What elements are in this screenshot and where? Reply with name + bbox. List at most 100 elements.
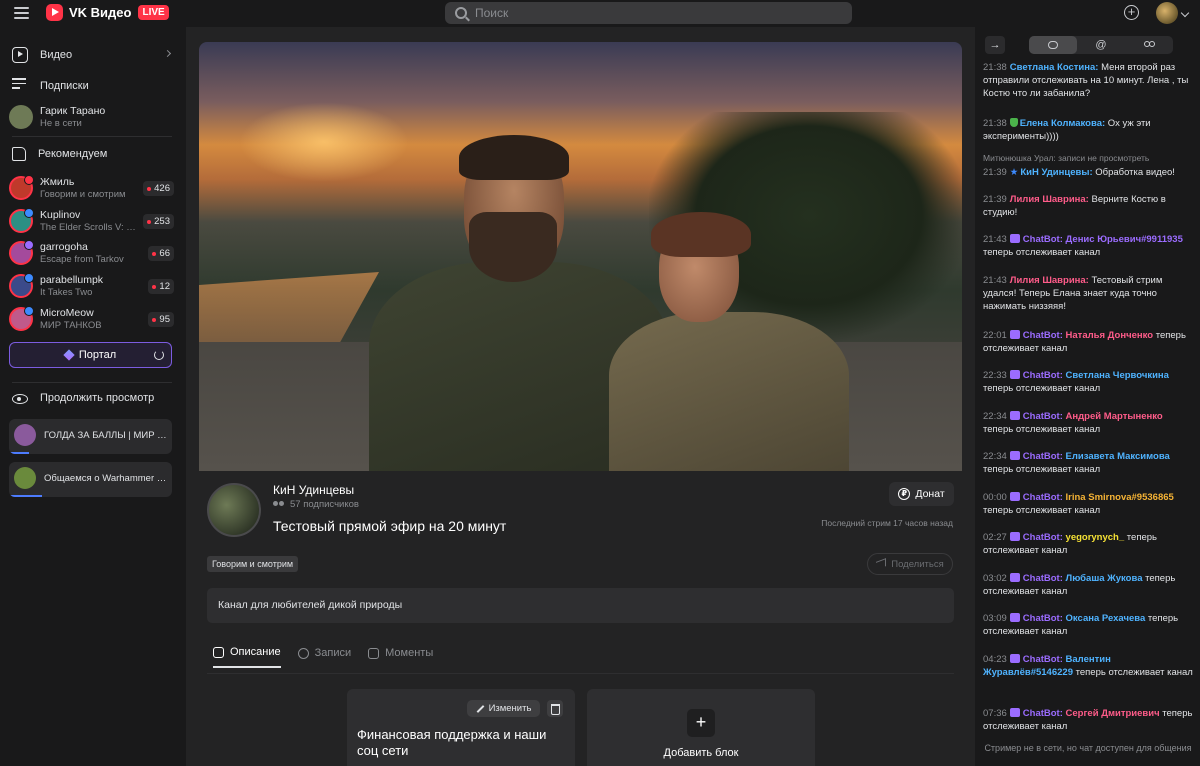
tab-moments[interactable]: Моменты [368,646,433,668]
share-icon [876,558,887,570]
add-block-card[interactable]: + Добавить блок [587,689,815,766]
delete-button[interactable] [547,700,563,717]
chat-message[interactable]: 22:34 ChatBot: Андрей Мартыненко теперь о… [983,410,1193,436]
chat-message[interactable]: 21:39 ★ КиН Удинцевы: Обработка видео! [983,166,1193,179]
message-author[interactable]: ChatBot: [1023,532,1063,543]
message-author[interactable]: Лилия Шаврина: [1010,275,1089,286]
avatar [14,467,36,489]
message-author[interactable]: ChatBot: [1023,411,1063,422]
sidebar-channel-3[interactable]: parabellumpk It Takes Two 12 [9,272,174,302]
message-author[interactable]: ChatBot: [1023,234,1063,245]
tab-description[interactable]: Описание [213,646,281,668]
message-author[interactable]: ChatBot: [1023,492,1063,503]
chat-message[interactable]: 21:43 Лилия Шаврина: Тестовый стрим удалс… [983,274,1193,313]
chevron-down-icon[interactable] [1180,8,1190,18]
document-icon [213,646,224,658]
main-content: КиН Удинцевы 57 подписчиков Тестовый пря… [186,27,975,766]
bot-icon [1009,654,1020,663]
search-bar[interactable] [445,2,852,24]
mentioned-user[interactable]: Андрей Мартыненко [1066,411,1163,422]
chat-message[interactable]: 21:43 ChatBot: Денис Юрьевич#9911935 тепе… [983,233,1193,259]
eye-icon [12,394,28,404]
chat-message[interactable]: 04:23 ChatBot: Валентин Журавлёв#5146229 … [983,653,1193,679]
chat-message[interactable]: 21:38 Елена Колмакова: Ох уж эти эксперим… [983,117,1193,143]
share-button[interactable]: Поделиться [867,553,953,575]
message-author[interactable]: ChatBot: [1023,330,1063,341]
verified-badge-icon [24,240,34,250]
viewer-count: 95 [148,312,174,327]
category-tag[interactable]: Говорим и смотрим [207,556,299,572]
stream-title: Тестовый прямой эфир на 20 минут [273,518,507,534]
continue-watching-item[interactable]: ГОЛДА ЗА БАЛЛЫ | МИР Т... [9,419,172,454]
mentioned-user[interactable]: Денис Юрьевич#9911935 [1066,234,1183,245]
menu-icon[interactable] [14,7,29,19]
sidebar-item-continue[interactable]: Продолжить просмотр [12,391,174,404]
channel-name[interactable]: КиН Удинцевы [273,483,354,497]
message-author[interactable]: ChatBot: [1023,370,1063,381]
sidebar-item-subscriptions[interactable]: Подписки [12,78,174,94]
message-author[interactable]: Лилия Шаврина: [1010,194,1089,205]
message-author[interactable]: ChatBot: [1023,654,1063,665]
message-text: теперь отслеживает канал [983,247,1101,258]
tab-chat[interactable] [1029,36,1077,54]
add-icon[interactable]: + [1124,5,1139,20]
chat-message[interactable]: 03:02 ChatBot: Любаша Жукова теперь отсле… [983,572,1193,598]
mentioned-user[interactable]: Сергей Дмитриевич [1066,708,1160,719]
portal-icon [63,349,75,361]
live-badge: LIVE [138,5,169,20]
brand-logo[interactable]: VK Видео LIVE [46,4,169,21]
message-author[interactable]: КиН Удинцевы: [1020,167,1092,178]
chat-message[interactable]: 22:34 ChatBot: Елизавета Максимова теперь… [983,450,1193,476]
mentioned-user[interactable]: Наталья Донченко [1066,330,1154,341]
continue-watching-item[interactable]: Общаемся о Warhammer 4... [9,462,172,497]
chat-message[interactable]: 22:01 ChatBot: Наталья Донченко теперь от… [983,329,1193,355]
message-author[interactable]: ChatBot: [1023,613,1063,624]
sidebar-channel-0[interactable]: Жмиль Говорим и смотрим 426 [9,174,174,204]
sidebar-channel-4[interactable]: MicroMeow МИР ТАНКОВ 95 [9,305,174,335]
tab-recordings[interactable]: Записи [297,646,351,668]
shield-icon [1009,118,1018,127]
chat-message[interactable]: 22:33 ChatBot: Светлана Червочкина теперь… [983,369,1193,395]
message-time: 03:09 [983,613,1007,624]
message-time: 07:36 [983,708,1007,719]
collapse-chat-icon[interactable]: → [985,36,1005,54]
chat-message[interactable]: 00:00 ChatBot: Irina Smirnova#9536865 теп… [983,491,1193,517]
message-author[interactable]: ChatBot: [1023,708,1063,719]
reply-reference[interactable]: Митюнюшка Урал: записи не просмотреть [983,153,1193,163]
message-author[interactable]: Елена Колмакова: [1020,118,1105,129]
sidebar-item-label: Рекомендуем [38,148,108,160]
chat-message[interactable]: 02:27 ChatBot: yegorynych_ теперь отслежи… [983,531,1193,557]
tab-mentions[interactable]: @ [1077,36,1125,54]
sidebar-item-video[interactable]: Видео [12,47,174,63]
chat-message[interactable]: 21:38 Светлана Костина: Меня второй раз о… [983,61,1193,100]
edit-button[interactable]: Изменить [467,700,540,717]
sidebar-channel-1[interactable]: Kuplinov The Elder Scrolls V: Sk... 253 [9,207,174,237]
channel-category: Говорим и смотрим [40,189,126,200]
mentioned-user[interactable]: Елизавета Максимова [1066,451,1170,462]
chat-message[interactable]: 07:36 ChatBot: Сергей Дмитриевич теперь о… [983,707,1193,733]
message-author[interactable]: Светлана Костина: [1010,62,1099,73]
channel-avatar[interactable] [207,483,261,537]
mentioned-user[interactable]: yegorynych_ [1066,532,1125,543]
portal-button[interactable]: Портал [9,342,172,368]
channel-name: garrogoha [40,241,88,253]
tab-viewers[interactable] [1125,36,1173,54]
stream-preview-image[interactable] [199,42,962,471]
user-avatar[interactable] [1156,2,1178,24]
mentioned-user[interactable]: Светлана Червочкина [1066,370,1169,381]
bot-icon [1009,330,1020,339]
mentioned-user[interactable]: Любаша Жукова [1066,573,1143,584]
chat-message[interactable]: 03:09 ChatBot: Оксана Рехачева теперь отс… [983,612,1193,638]
divider [12,382,172,383]
mentioned-user[interactable]: Irina Smirnova#9536865 [1066,492,1174,503]
donate-button[interactable]: ₽ Донат [889,482,954,506]
message-author[interactable]: ChatBot: [1023,573,1063,584]
chat-message[interactable]: 21:39 Лилия Шаврина: Верните Костю в студ… [983,193,1193,219]
profile-row[interactable]: Гарик Тарано Не в сети [9,103,174,133]
sidebar-channel-2[interactable]: garrogoha Escape from Tarkov 66 [9,239,174,269]
sidebar-item-recommended[interactable]: Рекомендуем [12,147,174,161]
search-input[interactable] [475,6,835,20]
message-author[interactable]: ChatBot: [1023,451,1063,462]
mentioned-user[interactable]: Оксана Рехачева [1066,613,1146,624]
refresh-icon[interactable] [154,350,164,360]
